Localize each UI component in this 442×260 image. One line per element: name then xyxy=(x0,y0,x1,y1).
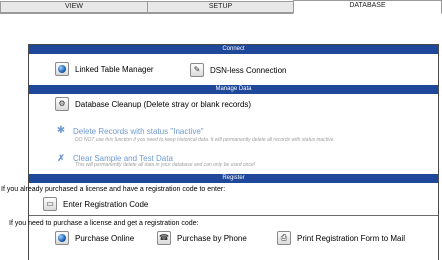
register-divider xyxy=(29,215,438,216)
tab-view[interactable]: VIEW xyxy=(0,1,148,13)
database-cleanup-label: Database Cleanup (Delete stray or blank … xyxy=(75,99,252,109)
delete-inactive-label: Delete Records with status "Inactive" xyxy=(73,126,204,136)
globe-icon xyxy=(55,231,69,245)
purchase-by-phone-label: Purchase by Phone xyxy=(177,233,247,243)
purchase-online-label: Purchase Online xyxy=(75,233,135,243)
printer-icon: ⎙ xyxy=(277,231,291,245)
cleanup-icon: ⚙ xyxy=(55,97,69,111)
manage-data-header: Manage Data xyxy=(29,85,438,94)
dsn-less-connection-button[interactable]: ✎ DSN-less Connection xyxy=(190,63,286,77)
tab-bar: VIEW SETUP DATABASE xyxy=(0,0,442,14)
tab-database[interactable]: DATABASE xyxy=(293,0,442,14)
enter-registration-code-button[interactable]: ▭ Enter Registration Code xyxy=(43,197,148,211)
clear-sample-note: This will permanently delete all data in… xyxy=(75,162,256,168)
print-registration-form-label: Print Registration Form to Mail xyxy=(297,233,406,243)
database-pen-icon: ✎ xyxy=(190,63,204,77)
delete-inactive-button[interactable]: ✱ Delete Records with status "Inactive" xyxy=(55,125,204,137)
purchase-by-phone-button[interactable]: ☎ Purchase by Phone xyxy=(157,231,247,245)
register-header: Register xyxy=(29,174,438,183)
database-panel: Connect Linked Table Manager ✎ DSN-less … xyxy=(1,44,439,260)
linked-table-manager-button[interactable]: Linked Table Manager xyxy=(55,62,154,76)
dsn-less-connection-label: DSN-less Connection xyxy=(210,65,287,75)
enter-registration-code-label: Enter Registration Code xyxy=(63,199,149,209)
print-registration-form-button[interactable]: ⎙ Print Registration Form to Mail xyxy=(277,231,405,245)
globe-icon xyxy=(55,62,69,76)
registration-card-icon: ▭ xyxy=(43,197,57,211)
phone-icon: ☎ xyxy=(157,231,171,245)
connect-header: Connect xyxy=(29,45,438,54)
need-purchase-text: If you need to purchase a license and ge… xyxy=(9,220,199,227)
delete-inactive-note: DO NOT use this function if you need to … xyxy=(75,137,335,143)
tab-setup[interactable]: SETUP xyxy=(147,1,294,13)
purchase-online-button[interactable]: Purchase Online xyxy=(55,231,134,245)
delete-person-icon: ✱ xyxy=(56,125,66,136)
clear-icon: ✗ xyxy=(57,152,65,163)
database-cleanup-button[interactable]: ⚙ Database Cleanup (Delete stray or blan… xyxy=(55,97,251,111)
linked-table-manager-label: Linked Table Manager xyxy=(75,64,154,74)
already-purchased-text: If you already purchased a license and h… xyxy=(1,186,226,193)
